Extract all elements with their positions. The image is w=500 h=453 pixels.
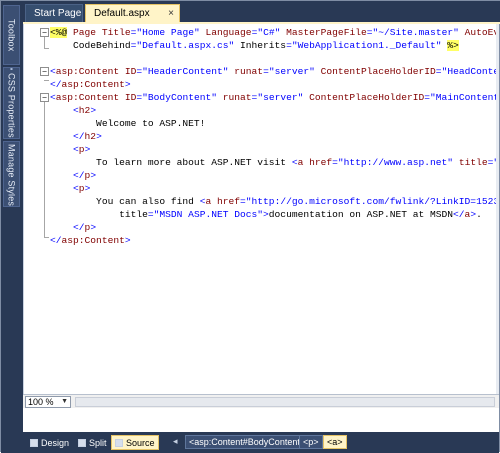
- fold-collapse-icon[interactable]: −: [40, 93, 49, 102]
- close-icon[interactable]: ×: [168, 8, 174, 19]
- tab-label: Default.aspx: [94, 8, 150, 19]
- code-line: <asp:Content ID="HeaderContent" runat="s…: [50, 66, 499, 77]
- tab-start-page[interactable]: Start Page: [25, 4, 83, 23]
- fold-collapse-icon[interactable]: −: [40, 28, 49, 37]
- code-line: title="MSDN ASP.NET Docs">documentation …: [50, 209, 482, 220]
- code-view: <%@ Page Title="Home Page" Language="C#"…: [50, 26, 499, 247]
- split-view-icon: [78, 439, 86, 447]
- code-line: </h2>: [73, 131, 102, 142]
- code-line: You can also find <a href="http://go.mic…: [50, 196, 499, 207]
- horizontal-scrollbar[interactable]: [75, 397, 495, 407]
- breadcrumb-item[interactable]: <asp:Content#BodyContent>: [185, 435, 310, 449]
- fold-guide: [44, 102, 45, 238]
- code-line: CodeBehind="Default.aspx.cs" Inherits="W…: [50, 40, 459, 51]
- fold-guide: [44, 37, 45, 48]
- fold-guide: [44, 237, 49, 238]
- side-tab-css-properties[interactable]: CSS Properties: [3, 67, 20, 139]
- source-view-icon: [115, 439, 123, 447]
- view-design-button[interactable]: Design: [27, 435, 72, 450]
- css-properties-icon: [10, 68, 13, 71]
- code-line: </asp:Content>: [50, 235, 131, 246]
- side-tab-manage-styles[interactable]: Manage Styles: [3, 141, 20, 207]
- code-line: <p>: [73, 183, 91, 194]
- document-tab-bar: Start Page Default.aspx ×: [23, 1, 500, 23]
- code-line: </p>: [73, 170, 97, 181]
- source-editor[interactable]: − − − <%@ Page Title="Home Page" Languag…: [23, 24, 499, 394]
- vertical-scrollbar[interactable]: [496, 24, 499, 394]
- side-tab-toolbox[interactable]: Toolbox: [3, 5, 20, 65]
- view-split-button[interactable]: Split: [75, 435, 110, 450]
- breadcrumb-item[interactable]: <a>: [323, 435, 347, 449]
- view-label: Source: [126, 438, 155, 448]
- editor-footer-space: [23, 408, 499, 432]
- design-view-icon: [30, 439, 38, 447]
- code-line: <%@ Page Title="Home Page" Language="C#"…: [50, 27, 499, 38]
- side-tab-label: Manage Styles: [6, 144, 17, 207]
- view-label: Split: [89, 438, 107, 448]
- code-line: <asp:Content ID="BodyContent" runat="ser…: [50, 92, 499, 103]
- code-line: </p>: [73, 222, 97, 233]
- tab-label: Start Page: [34, 8, 82, 19]
- side-tool-strip: Toolbox CSS Properties Manage Styles: [1, 1, 23, 453]
- chevron-down-icon: ▼: [61, 398, 68, 405]
- view-label: Design: [41, 438, 70, 448]
- code-line: <h2>: [73, 105, 97, 116]
- breadcrumb-item[interactable]: <p>: [299, 435, 323, 449]
- fold-guide: [44, 48, 49, 49]
- view-source-button[interactable]: Source: [111, 435, 159, 450]
- code-line: Welcome to ASP.NET!: [50, 118, 206, 129]
- zoom-select[interactable]: 100 % ▼: [25, 396, 71, 408]
- view-status-bar: Design Split Source ◂ <asp:Content#BodyC…: [23, 432, 499, 453]
- editor-window: Toolbox CSS Properties Manage Styles Sta…: [0, 0, 500, 453]
- zoom-row: 100 % ▼: [23, 394, 499, 408]
- fold-guide: [44, 80, 49, 81]
- code-line: <p>: [73, 144, 91, 155]
- code-line: To learn more about ASP.NET visit <a hre…: [50, 157, 499, 168]
- side-tab-label: Toolbox: [6, 18, 17, 52]
- side-tab-label: CSS Properties: [6, 73, 17, 138]
- code-line: </asp:Content>: [50, 79, 131, 90]
- zoom-value: 100 %: [28, 397, 54, 407]
- fold-collapse-icon[interactable]: −: [40, 67, 49, 76]
- tab-default-aspx[interactable]: Default.aspx ×: [85, 4, 180, 23]
- chevron-left-icon[interactable]: ◂: [173, 436, 178, 447]
